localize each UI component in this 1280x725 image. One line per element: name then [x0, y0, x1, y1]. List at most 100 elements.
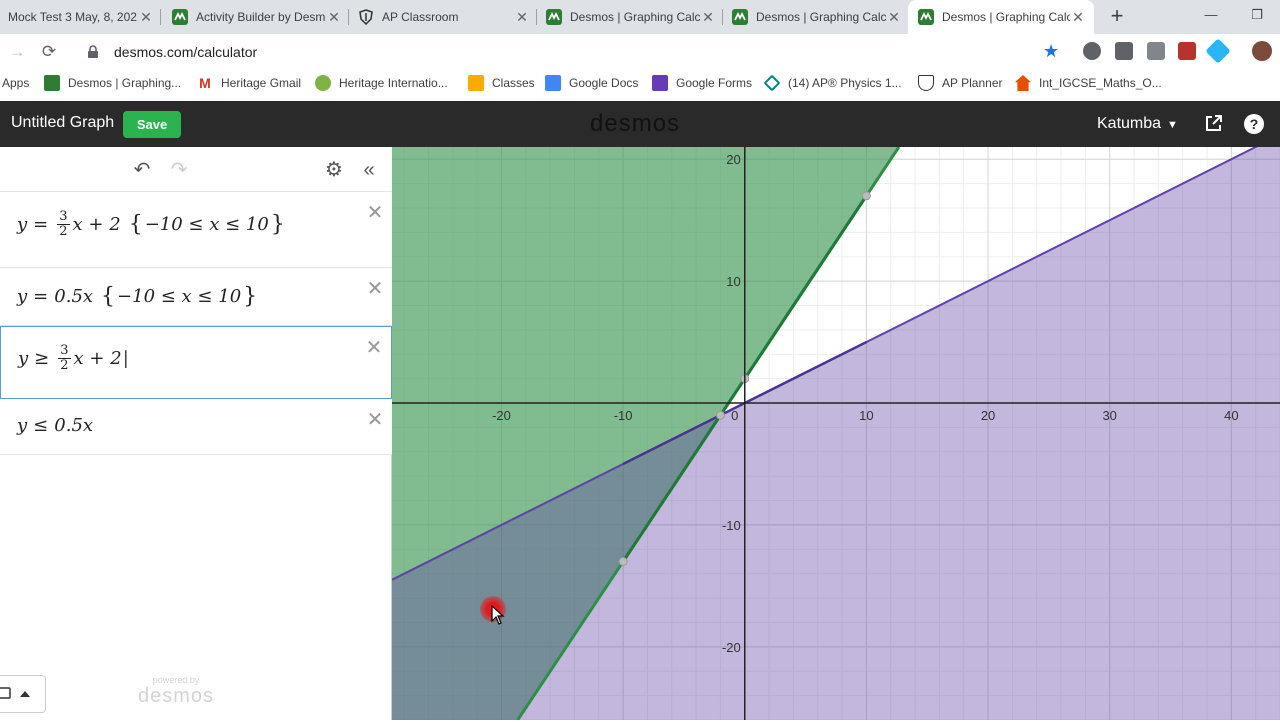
redo-icon[interactable]: ↷ [167, 158, 191, 182]
save-button[interactable]: Save [123, 111, 181, 138]
expr-relation: ≥ [34, 348, 50, 369]
point-marker [715, 410, 725, 420]
graph-title[interactable]: Untitled Graph [11, 114, 114, 132]
powered-by-logo: desmos [138, 685, 215, 707]
close-icon[interactable]: ✕ [514, 9, 530, 26]
bookmark-label: (14) AP® Physics 1... [788, 76, 902, 90]
close-icon[interactable]: ✕ [1070, 9, 1086, 26]
x-tick-label: 0 [731, 408, 738, 423]
expr-lhs: y [17, 214, 28, 235]
delete-expression-icon[interactable]: ✕ [366, 407, 384, 432]
expression-row[interactable]: y ≤ 0.5x ✕ [0, 399, 392, 455]
bookmark-item[interactable]: Heritage Internatio... [315, 74, 448, 92]
expr-rhs: x + 2 [73, 348, 122, 369]
expr-relation: = [33, 286, 49, 307]
bookmark-item[interactable]: Int_IGCSE_Maths_O... [1015, 74, 1162, 92]
close-icon[interactable]: ✕ [700, 9, 716, 26]
minimize-icon[interactable]: — [1188, 0, 1234, 34]
bookmark-apps[interactable]: Apps [2, 74, 29, 92]
y-tick-label: 20 [726, 152, 740, 167]
share-icon[interactable] [1204, 113, 1224, 133]
ap-icon [763, 74, 781, 92]
restore-icon[interactable]: ❐ [1234, 0, 1280, 34]
heritage-icon [315, 75, 331, 91]
bookmark-label: Apps [2, 76, 30, 90]
y-tick-label: -20 [722, 640, 741, 655]
expression-math[interactable]: y = 0.5x { −10 ≤ x ≤ 10 } [17, 284, 259, 309]
expression-row[interactable]: y = 32 x + 2 { −10 ≤ x ≤ 10 } ✕ [0, 192, 392, 268]
undo-icon[interactable]: ↶ [130, 158, 154, 182]
desmos-icon [172, 9, 188, 25]
fraction-numerator: 3 [58, 343, 71, 359]
collapse-panel-icon[interactable]: « [357, 158, 381, 182]
expr-rhs: x + 2 [72, 214, 121, 235]
help-icon[interactable]: ? [1244, 114, 1264, 134]
x-tick-label: -20 [492, 408, 511, 423]
bookmark-item[interactable]: Desmos | Graphing... [44, 74, 181, 92]
tab-title: AP Classroom [382, 10, 459, 24]
browser-tab-active[interactable]: Desmos | Graphing Calculator ✕ [908, 0, 1094, 34]
delete-expression-icon[interactable]: ✕ [365, 335, 383, 360]
close-icon[interactable]: ✕ [326, 9, 342, 26]
tab-divider [536, 9, 537, 25]
expression-toolbar: ↶ ↷ ⚙ « [0, 147, 392, 192]
forward-arrow-icon[interactable]: → [5, 40, 29, 64]
pdf-extension-icon[interactable] [1178, 42, 1196, 60]
expr-domain: −10 ≤ x ≤ 10 [144, 214, 269, 235]
left-brace: { [128, 212, 143, 237]
expression-math[interactable]: y ≤ 0.5x [17, 415, 93, 436]
bookmark-label: Heritage Gmail [221, 76, 302, 90]
user-menu[interactable]: Katumba ▼ [1097, 115, 1178, 133]
expression-math[interactable]: y ≥ 32 x + 2 | [18, 344, 129, 373]
browser-tab[interactable]: Desmos | Graphing Calculator ✕ [538, 0, 722, 34]
expression-row-active[interactable]: y ≥ 32 x + 2 | ✕ [0, 326, 392, 399]
extension-icon[interactable] [1147, 42, 1165, 60]
classroom-icon [468, 75, 484, 91]
extension-icon[interactable] [1115, 42, 1133, 60]
bookmark-item[interactable]: Google Docs [545, 74, 638, 92]
chevron-down-icon: ▼ [1167, 119, 1178, 131]
browser-tab[interactable]: Activity Builder by Desmos ✕ [162, 0, 348, 34]
keyboard-toggle-button[interactable] [0, 675, 46, 713]
bookmark-label: Desmos | Graphing... [68, 76, 182, 90]
expression-math[interactable]: y = 32 x + 2 { −10 ≤ x ≤ 10 } [17, 210, 287, 239]
keyboard-icon [0, 687, 30, 699]
address-bar[interactable]: desmos.com/calculator [72, 37, 1072, 67]
user-name: Katumba [1097, 115, 1162, 132]
tab-divider [348, 9, 349, 25]
bookmark-item[interactable]: (14) AP® Physics 1... [763, 74, 902, 92]
bookmark-item[interactable]: Google Forms [652, 74, 752, 92]
bookmark-star-icon[interactable]: ★ [1043, 41, 1059, 62]
browser-tab-strip: Mock Test 3 May, 8, 2021 ✕ Activity Buil… [0, 0, 1280, 34]
bookmark-item[interactable]: M Heritage Gmail [197, 74, 301, 92]
bookmark-item[interactable]: Classes [468, 74, 535, 92]
close-icon[interactable]: ✕ [886, 9, 902, 26]
bookmark-label: Google Forms [676, 76, 753, 90]
close-icon[interactable]: ✕ [138, 9, 154, 26]
expr-lhs: y [17, 415, 28, 436]
graph-canvas[interactable]: -20 -10 0 10 20 30 40 20 10 -10 -20 [391, 133, 1280, 721]
new-tab-button[interactable]: + [1106, 5, 1128, 27]
graph-paper[interactable]: -20 -10 0 10 20 30 40 20 10 -10 -20 [391, 133, 1280, 721]
bookmark-label: AP Planner [942, 76, 1003, 90]
fraction-denominator: 2 [59, 224, 68, 239]
expression-row[interactable]: y = 0.5x { −10 ≤ x ≤ 10 } ✕ [0, 268, 392, 326]
settings-gear-icon[interactable]: ⚙ [322, 158, 346, 182]
delete-expression-icon[interactable]: ✕ [366, 200, 384, 225]
tab-title: Desmos | Graphing Calculator [570, 10, 700, 24]
home-icon [1015, 75, 1031, 91]
browser-tab[interactable]: Mock Test 3 May, 8, 2021 ✕ [0, 0, 160, 34]
browser-tab[interactable]: AP Classroom ✕ [350, 0, 536, 34]
reload-icon[interactable]: ⟳ [37, 40, 61, 64]
browser-tab[interactable]: Desmos | Graphing Calculator ✕ [724, 0, 908, 34]
x-tick-label: -10 [614, 408, 633, 423]
bookmark-label: Int_IGCSE_Maths_O... [1039, 76, 1162, 90]
delete-expression-icon[interactable]: ✕ [366, 276, 384, 301]
skype-extension-icon[interactable] [1083, 42, 1101, 60]
bookmark-label: Heritage Internatio... [339, 76, 448, 90]
expression-list: ↶ ↷ ⚙ « y = 32 x + 2 { −10 ≤ x ≤ 10 } ✕ … [0, 147, 392, 720]
profile-avatar[interactable] [1252, 41, 1272, 61]
point-marker [861, 191, 871, 201]
bookmark-item[interactable]: AP Planner [918, 74, 1003, 92]
left-brace: { [101, 284, 116, 309]
